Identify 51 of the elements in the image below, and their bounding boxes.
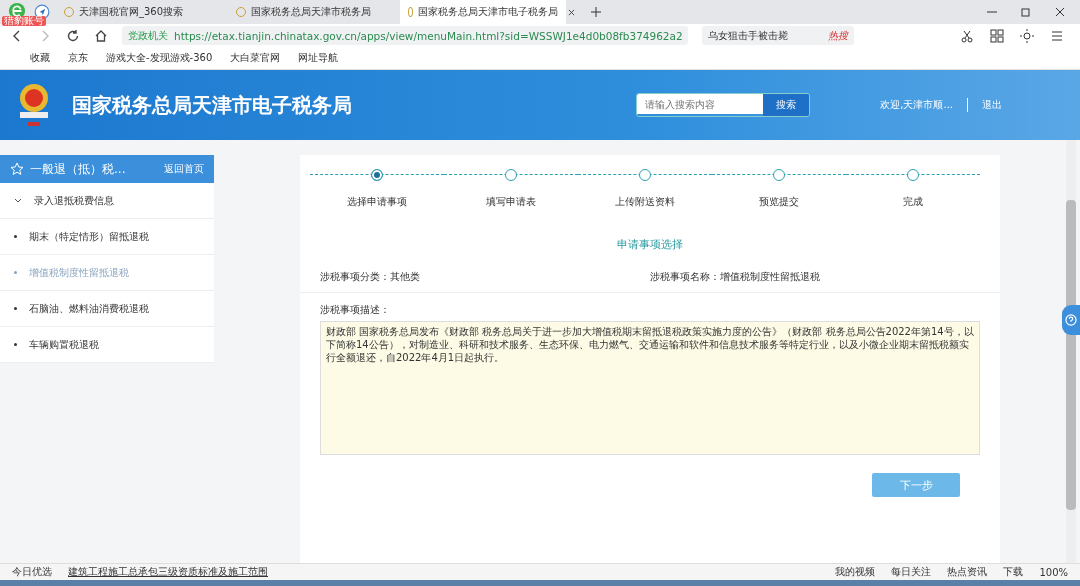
browser-search-field[interactable]: 乌女狙击手被击毙 热搜 [702,26,854,45]
close-icon[interactable] [1054,6,1066,18]
bookmark-link[interactable]: 游戏大全-发现游戏-360 [106,51,213,65]
scrollbar[interactable] [1066,140,1076,563]
step-label: 选择申请事项 [347,195,407,209]
section-heading: 申请事项选择 [616,237,684,252]
status-item[interactable]: 我的视频 [835,565,876,579]
step-label: 完成 [903,195,923,209]
bookmark-link[interactable]: 收藏 [30,51,50,65]
step-label: 上传附送资料 [615,195,675,209]
help-button[interactable] [1062,305,1080,335]
sun-icon[interactable] [1020,28,1034,43]
browser-tab[interactable]: 国家税务总局天津市税务局 [228,0,394,24]
sidebar-item[interactable]: 石脑油、燃料油消费税退税 [0,291,214,327]
status-link[interactable]: 今日优选 [12,565,52,579]
bookmark-link[interactable]: 网址导航 [298,51,339,65]
description-text: 财政部 国家税务总局发布《财政部 税务总局关于进一步加大增值税期末留抵退税政策实施力度的公告》（财政部 税务总局公告2022年第14号，以下简称14公告），对制造业、科研和技术服务、生态环保、电力燃气、交通运输和软件和信息技术服务等特定行业，以及小微企业期末留抵税额实行全额退还，自2022年4月1日起执行。 [320,321,980,455]
menu-icon[interactable] [1050,28,1064,43]
step-label: 预览提交 [759,195,799,209]
restore-icon[interactable] [1020,6,1032,18]
sidebar-item[interactable]: 车辆购置税退税 [0,327,214,363]
status-item[interactable]: 100% [1039,566,1068,578]
chevron-icon [14,196,22,205]
scissors-icon[interactable] [960,28,974,43]
grid-icon[interactable] [990,28,1004,43]
status-item[interactable]: 每日关注 [891,565,932,579]
bookmark-link[interactable]: 大白菜官网 [230,51,281,65]
new-tab-icon[interactable] [591,7,601,17]
sidebar-title: 一般退（抵）税... [30,160,126,178]
description-label: 涉税事项描述： [319,303,391,317]
status-item[interactable]: 热点资讯 [947,565,988,579]
welcome-text: 欢迎,天津市顺... [880,98,953,112]
status-link[interactable]: 建筑工程施工总承包三级资质标准及施工范围 [68,565,268,579]
step-label: 填写申请表 [486,195,536,209]
browser-tab[interactable]: 天津国税官网_360搜索 [56,0,222,24]
address-field[interactable]: 党政机关 https://etax.tianjin.chinatax.gov.cn/apps/view/menuMain.html?sid=WSSWJ1e4d0b08fb374962a2 [122,26,688,45]
search-button[interactable]: 搜索 [763,94,810,116]
star-icon [10,162,24,176]
close-tab-icon[interactable] [568,8,575,16]
category-text: 涉税事项分类：其他类 [320,270,420,284]
sidebar-item[interactable]: 期末（特定情形）留抵退税 [0,219,214,255]
item-name-text: 涉税事项名称：增值税制度性留抵退税 [650,270,821,284]
browser-tab[interactable]: 国家税务总局天津市电子税务局 [400,0,566,24]
sidebar-item[interactable]: 录入退抵税费信息 [0,183,214,219]
help-icon [1065,314,1077,326]
status-item[interactable]: 下载 [1003,565,1024,579]
site-title: 国家税务总局天津市电子税务局 [72,91,352,119]
reload-icon[interactable] [66,28,80,43]
home-icon[interactable] [94,28,108,43]
site-search-field[interactable]: 请输入搜索内容 [637,94,764,114]
bookmark-link[interactable]: 京东 [68,51,88,65]
